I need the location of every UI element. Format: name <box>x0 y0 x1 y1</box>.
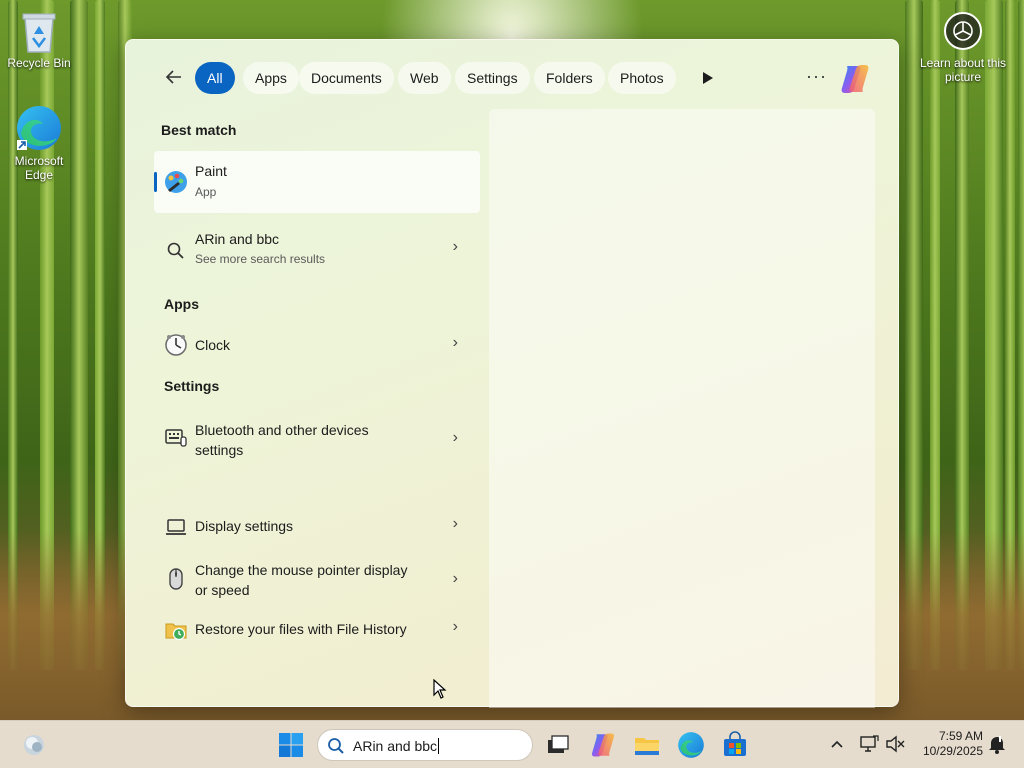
settings-result-line1: Bluetooth and other devices <box>195 422 369 438</box>
chevron-right-icon: › <box>452 570 458 587</box>
settings-result-line1: Change the mouse pointer display <box>195 562 408 578</box>
best-match-paint[interactable]: Paint App <box>154 151 480 213</box>
camera-info-icon <box>944 12 982 50</box>
file-history-icon <box>165 623 187 641</box>
apps-heading: Apps <box>164 296 199 312</box>
filter-chip-label: Documents <box>311 70 382 86</box>
taskbar-search-input[interactable]: ARin and bbc <box>317 729 533 761</box>
best-match-title: Paint <box>195 163 227 179</box>
store-button[interactable] <box>721 731 749 759</box>
search-icon <box>167 242 184 259</box>
filter-chip-label: Folders <box>546 70 593 86</box>
result-preview-pane <box>489 109 875 708</box>
folder-icon <box>635 738 659 755</box>
mouse-icon <box>169 568 183 590</box>
back-button[interactable] <box>162 67 186 91</box>
more-filters-button[interactable] <box>697 68 717 88</box>
copilot-icon <box>841 65 869 93</box>
file-explorer-button[interactable] <box>633 731 661 759</box>
filter-chip-label: Apps <box>255 70 287 86</box>
network-icon[interactable] <box>858 733 880 755</box>
windows-logo-icon <box>279 733 303 757</box>
chevron-right-icon: › <box>452 429 458 446</box>
settings-heading: Settings <box>164 378 220 394</box>
widgets-button[interactable] <box>20 731 48 759</box>
taskbar-clock[interactable]: 7:59 AM 10/29/2025 <box>915 729 983 759</box>
filter-chip-all[interactable]: All <box>195 62 235 94</box>
chevron-right-icon: › <box>452 515 458 532</box>
chevron-up-icon <box>831 740 843 748</box>
settings-result-display[interactable]: Display settings › <box>154 513 480 543</box>
play-icon <box>703 72 713 84</box>
filter-chip-documents[interactable]: Documents <box>299 62 394 94</box>
filter-chip-folders[interactable]: Folders <box>534 62 605 94</box>
paint-icon <box>165 171 187 193</box>
start-search-panel: All Apps Documents Web Settings Folders … <box>125 39 899 708</box>
recycle-bin-icon <box>22 13 56 53</box>
copilot-button[interactable] <box>838 62 872 96</box>
clock-time: 7:59 AM <box>938 729 983 743</box>
edge-icon <box>678 732 704 758</box>
taskbar: ARin and bbc 7:59 AM 10/29/2025 <box>0 720 1024 768</box>
settings-result-title: Display settings <box>195 518 294 534</box>
filter-chip-label: All <box>207 70 223 86</box>
best-match-subtitle: App <box>195 185 217 199</box>
clock-date: 10/29/2025 <box>922 744 983 758</box>
web-result-title: ARin and bbc <box>195 231 280 247</box>
learn-about-label: Learn about this picture <box>919 56 1007 84</box>
app-result-title: Clock <box>195 337 231 353</box>
weather-icon <box>24 735 44 755</box>
copilot-icon <box>591 733 615 757</box>
filter-chip-label: Web <box>410 70 439 86</box>
show-hidden-icons-button[interactable] <box>826 733 848 755</box>
laptop-icon <box>166 519 186 535</box>
filter-chip-apps[interactable]: Apps <box>243 62 299 94</box>
chevron-right-icon: › <box>452 618 458 635</box>
desktop-icon-recycle-bin[interactable]: Recycle Bin <box>3 8 75 70</box>
filter-chip-web[interactable]: Web <box>398 62 451 94</box>
settings-result-file-history[interactable]: Restore your files with File History › <box>154 615 480 645</box>
settings-result-bluetooth[interactable]: Bluetooth and other devices settings › <box>154 416 480 458</box>
more-options-button[interactable]: ··· <box>806 66 827 87</box>
store-icon <box>724 731 746 756</box>
chevron-right-icon: › <box>452 238 458 255</box>
web-search-result[interactable]: ARin and bbc See more search results › <box>154 229 480 269</box>
desktop-icon-label: Microsoft Edge <box>14 154 64 182</box>
start-button[interactable] <box>277 731 305 759</box>
search-icon <box>328 738 344 754</box>
filter-chip-photos[interactable]: Photos <box>608 62 676 94</box>
web-result-subtitle: See more search results <box>195 252 326 266</box>
filter-chip-label: Photos <box>620 70 664 86</box>
task-view-button[interactable] <box>544 731 572 759</box>
chevron-right-icon: › <box>452 334 458 351</box>
desktop-icon-edge[interactable]: Microsoft Edge <box>3 104 75 182</box>
settings-result-line2: or speed <box>195 582 250 598</box>
settings-result-mouse-pointer[interactable]: Change the mouse pointer display or spee… <box>154 558 480 600</box>
arrow-left-icon <box>165 70 181 84</box>
selection-indicator <box>154 172 157 192</box>
bell-icon <box>989 736 1005 754</box>
best-match-heading: Best match <box>161 122 237 138</box>
learn-about-picture-button[interactable]: Learn about this picture <box>916 12 1010 84</box>
edge-taskbar-button[interactable] <box>677 731 705 759</box>
filter-chip-label: Settings <box>467 70 518 86</box>
filter-chip-settings[interactable]: Settings <box>455 62 530 94</box>
clock-icon <box>165 334 187 356</box>
notifications-button[interactable] <box>986 733 1008 755</box>
search-filter-bar: All Apps Documents Web Settings Folders … <box>126 62 898 96</box>
settings-result-line2: settings <box>195 442 244 458</box>
desktop-icon-label: Recycle Bin <box>7 56 71 70</box>
task-view-icon <box>548 735 569 753</box>
settings-result-title: Restore your files with File History <box>195 621 407 637</box>
search-query-text: ARin and bbc <box>353 738 438 754</box>
edge-icon <box>17 106 61 150</box>
mouse-cursor <box>433 679 447 699</box>
bluetooth-devices-icon <box>165 429 187 447</box>
copilot-taskbar-button[interactable] <box>589 731 617 759</box>
text-caret <box>438 738 440 754</box>
app-result-clock[interactable]: Clock › <box>154 330 480 360</box>
volume-muted-icon[interactable] <box>884 733 906 755</box>
